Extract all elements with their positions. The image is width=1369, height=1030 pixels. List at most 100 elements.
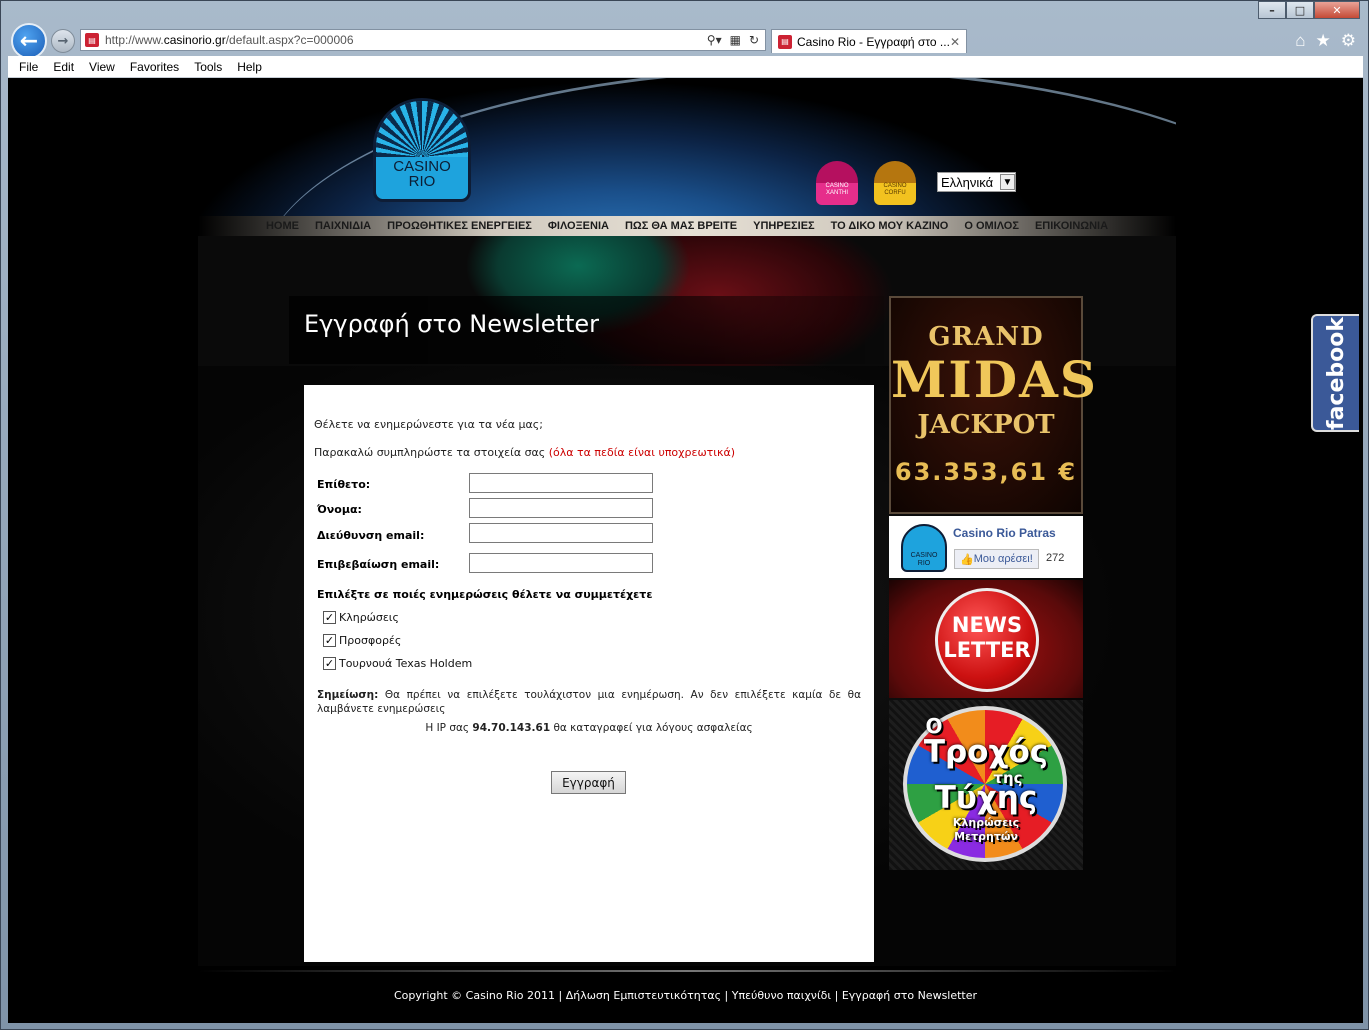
menu-bar: File Edit View Favorites Tools Help (8, 56, 1363, 78)
checkbox-offers-label: Προσφορές (339, 634, 402, 647)
ip-notice: Η IP σας 94.70.143.61 θα καταγραφεί για … (304, 722, 874, 734)
language-select[interactable]: Ελληνικά ▼ (937, 172, 1016, 192)
nav-games[interactable]: ΠΑΙΧΝΙΔΙΑ (315, 220, 371, 232)
firstname-label: Όνομα: (317, 503, 362, 516)
wheel-sub1: Κληρώσεις (952, 816, 1020, 829)
ip-address: 94.70.143.61 (472, 722, 551, 734)
footer-divider (198, 970, 1176, 972)
ip-prefix: Η IP σας (425, 722, 473, 734)
favorites-star-icon[interactable]: ★ (1316, 31, 1331, 51)
nav-directions[interactable]: ΠΩΣ ΘΑ ΜΑΣ ΒΡΕΙΤΕ (625, 220, 737, 232)
note-label: Σημείωση: (317, 689, 379, 701)
form-note: Σημείωση: Θα πρέπει να επιλέξετε τουλάχι… (317, 688, 861, 716)
forward-button[interactable]: → (51, 29, 75, 53)
chevron-down-icon: ▼ (1000, 174, 1015, 190)
jackpot-banner[interactable]: GRAND MIDAS JACKPOT 63.353,61 € (889, 296, 1096, 514)
url-domain: casinorio.gr (163, 33, 226, 47)
casino-rio-logo[interactable]: CASINO RIO (373, 98, 471, 202)
jackpot-amount: 63.353,61 € (894, 458, 1078, 486)
tab-title: Casino Rio - Εγγραφή στο ... (797, 34, 950, 49)
forward-arrow-icon: → (57, 33, 69, 49)
casino-corfu-logo[interactable]: CASINO CORFU (874, 161, 916, 205)
menu-tools[interactable]: Tools (194, 60, 222, 74)
back-arrow-icon: ← (19, 28, 39, 54)
minimize-button[interactable]: – (1258, 1, 1286, 19)
menu-favorites[interactable]: Favorites (130, 60, 179, 74)
refresh-icon[interactable]: ↻ (749, 33, 759, 47)
checkbox-holdem-label: Τουρνουά Texas Holdem (339, 657, 473, 670)
lastname-label: Επίθετο: (317, 478, 371, 491)
menu-help[interactable]: Help (237, 60, 262, 74)
fb-like-button[interactable]: 👍 Μου αρέσει! (954, 549, 1039, 569)
menu-edit[interactable]: Edit (53, 60, 74, 74)
main-nav: HOME ΠΑΙΧΝΙΔΙΑ ΠΡΟΩΘΗΤΙΚΕΣ ΕΝΕΡΓΕΙΕΣ ΦΙΛ… (198, 216, 1176, 236)
facebook-tab-label: facebook (1323, 316, 1349, 430)
newsletter-banner[interactable]: NEWS LETTER (889, 580, 1083, 698)
email-input[interactable] (469, 523, 653, 543)
jackpot-line3: JACKPOT (917, 410, 1055, 440)
home-icon[interactable]: ⌂ (1295, 31, 1305, 51)
fb-like-label: Μου αρέσει! (973, 553, 1033, 565)
facebook-side-tab[interactable]: facebook (1311, 314, 1359, 432)
language-value: Ελληνικά (941, 174, 994, 190)
page-title: Εγγραφή στο Newsletter (304, 310, 600, 338)
browser-tab[interactable]: ▤ Casino Rio - Εγγραφή στο ... ✕ (771, 29, 967, 53)
address-tools: ⚲▾ ▦ ↻ (707, 33, 759, 47)
menu-view[interactable]: View (89, 60, 115, 74)
jackpot-line1: GRAND (928, 322, 1044, 352)
page-viewport: CASINO RIO CASINO XANTHI CASINO CORFU Ελ… (8, 78, 1363, 1023)
newsletter-badge: NEWS LETTER (935, 588, 1039, 692)
checkbox-draws-box[interactable]: ✓ (323, 611, 336, 624)
url-text: http://www.casinorio.gr/default.aspx?c=0… (105, 33, 354, 47)
tab-close-icon[interactable]: ✕ (950, 35, 960, 49)
instructions-text: Παρακαλώ συμπληρώστε τα στοιχεία σας (314, 446, 549, 459)
lastname-input[interactable] (469, 473, 653, 493)
nav-home[interactable]: HOME (266, 220, 299, 232)
newsletter-form: Θέλετε να ενημερώνεστε για τα νέα μας; Π… (304, 385, 874, 962)
compatibility-icon[interactable]: ▦ (730, 33, 741, 47)
wheel-sub2: Μετρητών (954, 830, 1018, 843)
browser-window: – □ ✕ ← → ▤ http://www.casinorio.gr/defa… (0, 0, 1369, 1030)
nav-hospitality[interactable]: ΦΙΛΟΞΕΝΙΑ (548, 220, 609, 232)
thumbs-up-icon: 👍 (960, 553, 974, 566)
nav-contact[interactable]: ΕΠΙΚΟΙΝΩΝΙΑ (1035, 220, 1108, 232)
email-confirm-label: Επιβεβαίωση email: (317, 558, 440, 571)
nav-group[interactable]: Ο ΟΜΙΛΟΣ (964, 220, 1019, 232)
checkbox-holdem[interactable]: ✓ Τουρνουά Texas Holdem (323, 657, 472, 670)
form-instructions: Παρακαλώ συμπληρώστε τα στοιχεία σας (όλ… (314, 446, 735, 459)
nav-promotions[interactable]: ΠΡΟΩΘΗΤΙΚΕΣ ΕΝΕΡΓΕΙΕΣ (387, 220, 532, 232)
checkbox-holdem-box[interactable]: ✓ (323, 657, 336, 670)
settings-gear-icon[interactable]: ⚙ (1341, 31, 1356, 51)
search-icon[interactable]: ⚲▾ (707, 33, 722, 47)
back-button[interactable]: ← (11, 23, 47, 59)
email-label: Διεύθυνση email: (317, 529, 425, 542)
url-path: /default.aspx?c=000006 (225, 33, 354, 47)
checkbox-draws-label: Κληρώσεις (339, 611, 399, 624)
browser-right-icons: ⌂ ★ ⚙ (1295, 31, 1356, 51)
wheel-of-fortune-banner[interactable]: Ο Τροχός της Τύχης Κληρώσεις Μετρητών (889, 700, 1083, 870)
submit-button[interactable]: Εγγραφή (551, 771, 626, 794)
fb-page-name[interactable]: Casino Rio Patras (953, 526, 1056, 540)
checkbox-offers[interactable]: ✓ Προσφορές (323, 634, 401, 647)
menu-file[interactable]: File (19, 60, 38, 74)
checkbox-draws[interactable]: ✓ Κληρώσεις (323, 611, 399, 624)
casino-xanthi-logo[interactable]: CASINO XANTHI (816, 161, 858, 205)
page-avatar[interactable]: CASINO RIO (901, 524, 947, 572)
maximize-button[interactable]: □ (1286, 1, 1314, 19)
close-window-button[interactable]: ✕ (1314, 1, 1360, 19)
wheel-trochos: Τροχός (923, 734, 1049, 770)
firstname-input[interactable] (469, 498, 653, 518)
email-confirm-input[interactable] (469, 553, 653, 573)
ip-suffix: θα καταγραφεί για λόγους ασφαλείας (550, 722, 753, 734)
checkbox-offers-box[interactable]: ✓ (323, 634, 336, 647)
nav-my-casino[interactable]: ΤΟ ΔΙΚΟ ΜΟΥ ΚΑΖΙΝΟ (831, 220, 949, 232)
subscriptions-heading: Επιλέξτε σε ποιές ενημερώσεις θέλετε να … (317, 588, 653, 601)
site-header: CASINO RIO CASINO XANTHI CASINO CORFU Ελ… (198, 78, 1176, 216)
address-bar[interactable]: ▤ http://www.casinorio.gr/default.aspx?c… (80, 29, 766, 51)
logo-fan-icon (376, 101, 468, 157)
required-note: (όλα τα πεδία είναι υποχρεωτικά) (548, 446, 736, 459)
facebook-like-box: CASINO RIO Casino Rio Patras 👍 Μου αρέσει… (889, 516, 1083, 578)
nav-services[interactable]: ΥΠΗΡΕΣΙΕΣ (753, 220, 815, 232)
site-favicon-icon: ▤ (85, 33, 99, 47)
footer-links[interactable]: Copyright © Casino Rio 2011 | Δήλωση Εμπ… (8, 989, 1363, 1002)
